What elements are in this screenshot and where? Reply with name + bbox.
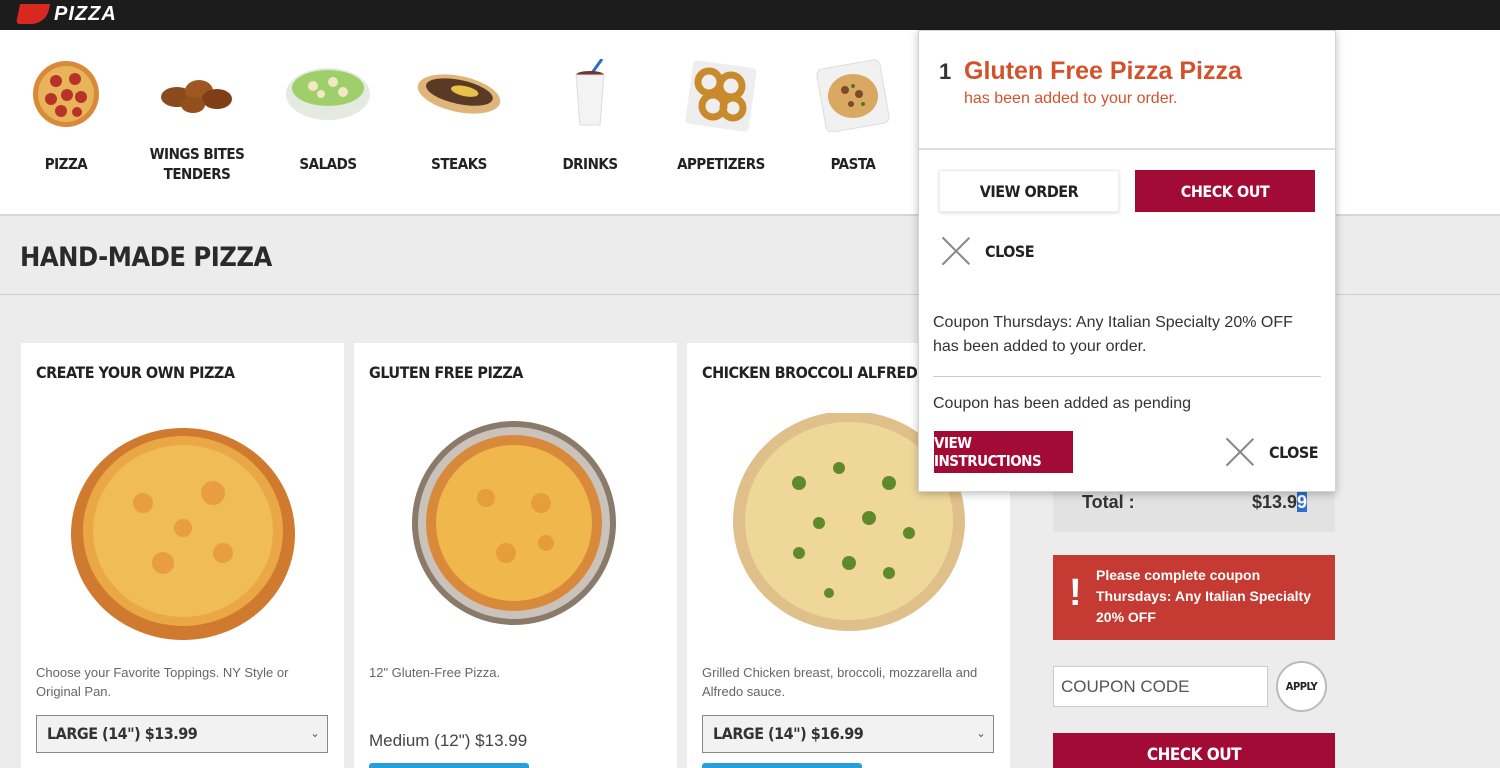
apply-coupon-button[interactable]: APPLY [1276, 661, 1327, 712]
coupon-added-message: Coupon Thursdays: Any Italian Specialty … [933, 314, 1293, 355]
category-drinks[interactable]: DRINKS [530, 30, 650, 216]
size-select-value: LARGE (14") $16.99 [713, 724, 864, 743]
add-to-order-button[interactable] [369, 763, 529, 768]
chevron-down-icon: ⌄ [976, 726, 985, 740]
pasta-icon [808, 58, 898, 132]
steak-sandwich-icon [414, 58, 504, 130]
close-label: CLOSE [1269, 442, 1319, 462]
product-description: Choose your Favorite Toppings. NY Style … [36, 665, 289, 699]
view-instructions-button[interactable]: VIEW INSTRUCTIONS [934, 431, 1073, 473]
category-label: DRINKS [562, 155, 618, 173]
view-order-button[interactable]: VIEW ORDER [939, 170, 1119, 212]
close-icon [1223, 435, 1257, 469]
product-title: GLUTEN FREE PIZZA [369, 363, 523, 382]
product-title: CHICKEN BROCCOLI ALFREDO [702, 363, 930, 382]
product-title: CREATE YOUR OWN PIZZA [36, 363, 235, 382]
category-label: APPETIZERS [677, 155, 765, 173]
item-quantity: 1 [939, 59, 952, 84]
close-label: CLOSE [985, 241, 1035, 261]
pizza-icon [21, 58, 111, 130]
pizza-image[interactable] [396, 413, 636, 643]
added-message: has been added to your order. [964, 90, 1178, 107]
site-logo[interactable]: PIZZA [15, 0, 117, 25]
wings-icon [152, 58, 242, 130]
divider [933, 376, 1321, 377]
page-title: HAND-MADE PIZZA [20, 242, 272, 273]
category-pasta[interactable]: PASTA [793, 30, 913, 216]
category-label: WINGS BITES TENDERS [149, 145, 245, 183]
size-select-value: LARGE (14") $13.99 [47, 724, 198, 743]
divider [919, 148, 1335, 150]
coupon-alert: ! Please complete coupon Thursdays: Any … [1053, 555, 1335, 640]
close-button[interactable]: CLOSE [939, 234, 1035, 268]
total-value: $13.99 [1251, 492, 1307, 512]
salad-icon [283, 58, 373, 130]
alert-message: Please complete coupon Thursdays: Any It… [1096, 567, 1311, 625]
logo-mark-icon [15, 4, 51, 24]
product-card[interactable]: GLUTEN FREE PIZZA 12" Gluten-Free Pizza.… [354, 343, 677, 768]
product-description: 12" Gluten-Free Pizza. [369, 665, 501, 680]
added-product-name: Gluten Free Pizza Pizza [964, 57, 1242, 85]
checkout-button[interactable]: CHECK OUT [1053, 733, 1335, 768]
category-steaks[interactable]: STEAKS [399, 30, 519, 216]
category-label: STEAKS [431, 155, 487, 173]
logo-text: PIZZA [54, 3, 117, 25]
product-price: Medium (12") $13.99 [369, 731, 528, 750]
coupon-code-input[interactable] [1053, 666, 1268, 707]
size-select[interactable]: LARGE (14") $16.99 ⌄ [702, 715, 994, 753]
add-to-order-button[interactable] [702, 763, 862, 768]
product-description: Grilled Chicken breast, broccoli, mozzar… [702, 665, 978, 699]
pizza-image[interactable] [63, 413, 303, 643]
category-pizza[interactable]: PIZZA [6, 30, 126, 216]
added-to-order-popup: 1 Gluten Free Pizza Pizza has been added… [918, 30, 1336, 492]
close-coupon-button[interactable]: CLOSE [1223, 435, 1319, 469]
total-label: Total : [1082, 492, 1135, 512]
exclamation-icon: ! [1069, 572, 1082, 614]
size-select[interactable]: LARGE (14") $13.99 ⌄ [36, 715, 328, 753]
top-bar: PIZZA [0, 0, 1500, 30]
category-label: PIZZA [44, 155, 88, 173]
category-label: SALADS [299, 155, 357, 173]
chevron-down-icon: ⌄ [310, 726, 319, 740]
category-wings[interactable]: WINGS BITES TENDERS [137, 30, 257, 216]
category-label: PASTA [830, 155, 876, 173]
drink-cup-icon [545, 58, 635, 130]
category-appetizers[interactable]: APPETIZERS [661, 30, 781, 216]
category-salads[interactable]: SALADS [268, 30, 388, 216]
popup-checkout-button[interactable]: CHECK OUT [1135, 170, 1315, 212]
close-icon [939, 234, 973, 268]
coupon-pending-message: Coupon has been added as pending [933, 395, 1191, 412]
product-card[interactable]: CREATE YOUR OWN PIZZA Choose your Favori… [21, 343, 344, 768]
onion-rings-icon [676, 58, 766, 132]
